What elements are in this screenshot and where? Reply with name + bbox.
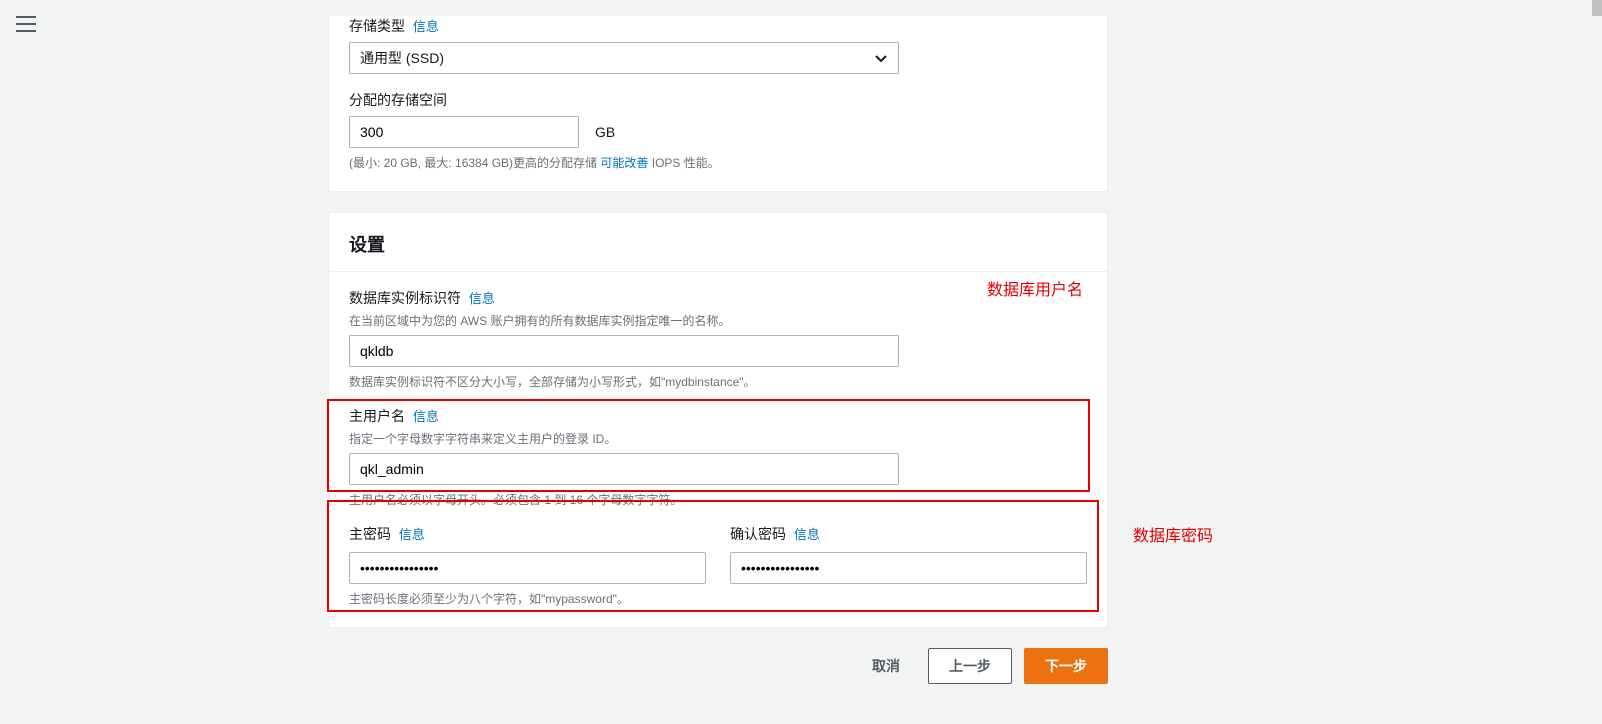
master-password-group: 主密码 信息 bbox=[349, 524, 706, 584]
db-identifier-help: 数据库实例标识符不区分大小写，全部存储为小写形式，如"mydbinstance"… bbox=[349, 373, 1087, 390]
wizard-buttons: 取消 上一步 下一步 bbox=[328, 648, 1108, 684]
storage-type-info-link[interactable]: 信息 bbox=[413, 19, 439, 34]
iops-improve-link[interactable]: 可能改善 bbox=[600, 156, 648, 170]
master-password-input[interactable] bbox=[349, 552, 706, 584]
storage-unit: GB bbox=[595, 124, 615, 140]
settings-panel: 设置 数据库实例标识符 信息 在当前区域中为您的 AWS 账户拥有的所有数据库实… bbox=[328, 212, 1108, 628]
db-identifier-label: 数据库实例标识符 信息 bbox=[349, 288, 1087, 308]
confirm-password-info-link[interactable]: 信息 bbox=[794, 527, 820, 542]
storage-type-select[interactable]: 通用型 (SSD) bbox=[349, 42, 899, 74]
db-identifier-input[interactable] bbox=[349, 335, 899, 367]
master-username-group: 主用户名 信息 指定一个字母数字字符串来定义主用户的登录 ID。 主用户名必须以… bbox=[349, 406, 1087, 508]
db-identifier-hint: 在当前区域中为您的 AWS 账户拥有的所有数据库实例指定唯一的名称。 bbox=[349, 312, 1087, 329]
hamburger-menu-icon[interactable] bbox=[16, 16, 36, 32]
label-text: 存储类型 bbox=[349, 18, 405, 34]
master-username-input[interactable] bbox=[349, 453, 899, 485]
allocated-storage-input[interactable] bbox=[349, 116, 579, 148]
db-identifier-info-link[interactable]: 信息 bbox=[469, 291, 495, 306]
db-identifier-group: 数据库实例标识符 信息 在当前区域中为您的 AWS 账户拥有的所有数据库实例指定… bbox=[349, 288, 1087, 390]
allocated-storage-label: 分配的存储空间 bbox=[349, 90, 1087, 110]
confirm-password-input[interactable] bbox=[730, 552, 1087, 584]
master-username-help: 主用户名必须以字母开头。必须包含 1 到 16 个字母数字字符。 bbox=[349, 491, 1087, 508]
master-password-label: 主密码 信息 bbox=[349, 524, 706, 544]
confirm-password-label: 确认密码 信息 bbox=[730, 524, 1087, 544]
annotation-username: 数据库用户名 bbox=[987, 276, 1083, 300]
storage-panel: 存储类型 信息 通用型 (SSD) 分配的存储空间 GB bbox=[328, 16, 1108, 192]
master-password-info-link[interactable]: 信息 bbox=[399, 527, 425, 542]
annotation-password: 数据库密码 bbox=[1133, 522, 1213, 546]
storage-type-group: 存储类型 信息 通用型 (SSD) bbox=[349, 16, 1087, 74]
master-username-hint: 指定一个字母数字字符串来定义主用户的登录 ID。 bbox=[349, 430, 1087, 447]
next-button[interactable]: 下一步 bbox=[1024, 648, 1108, 684]
allocated-storage-group: 分配的存储空间 GB (最小: 20 GB, 最大: 16384 GB)更高的分… bbox=[349, 90, 1087, 171]
password-row: 数据库密码 主密码 信息 确认密码 信息 bbox=[349, 524, 1087, 607]
password-help: 主密码长度必须至少为八个字符，如"mypassword"。 bbox=[349, 590, 1087, 607]
cancel-button[interactable]: 取消 bbox=[856, 648, 916, 684]
master-username-label: 主用户名 信息 bbox=[349, 406, 1087, 426]
previous-button[interactable]: 上一步 bbox=[928, 648, 1012, 684]
select-value: 通用型 (SSD) bbox=[360, 48, 444, 68]
master-username-info-link[interactable]: 信息 bbox=[413, 409, 439, 424]
scrollbar[interactable] bbox=[1592, 0, 1602, 16]
storage-type-label: 存储类型 信息 bbox=[349, 16, 1087, 36]
allocated-storage-help: (最小: 20 GB, 最大: 16384 GB)更高的分配存储 可能改善 IO… bbox=[349, 154, 1087, 171]
main-content: 存储类型 信息 通用型 (SSD) 分配的存储空间 GB bbox=[328, 16, 1108, 724]
settings-header: 设置 bbox=[329, 213, 1107, 272]
confirm-password-group: 确认密码 信息 bbox=[730, 524, 1087, 584]
